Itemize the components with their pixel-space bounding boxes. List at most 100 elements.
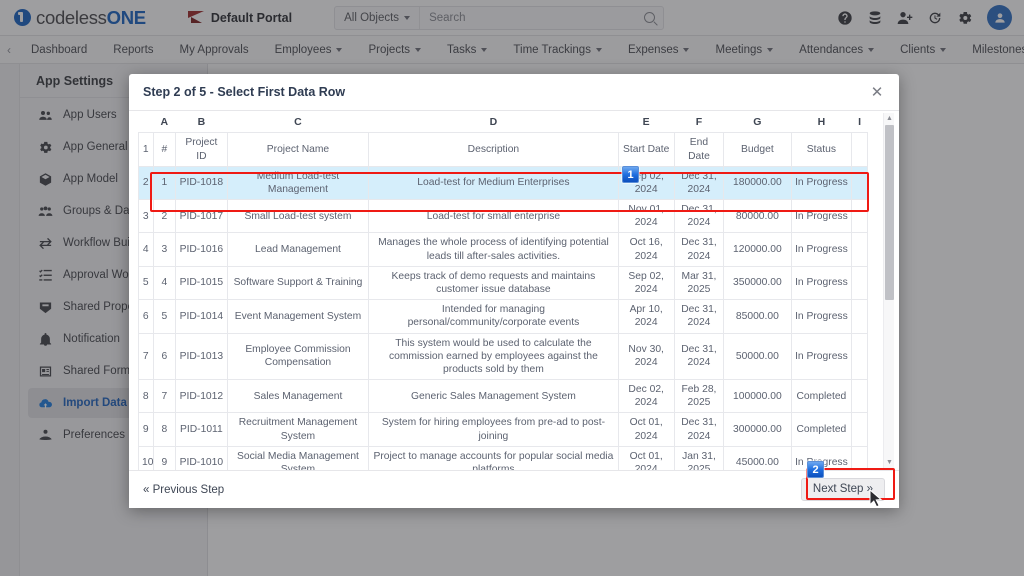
table-cell[interactable] <box>851 265 868 301</box>
table-cell[interactable] <box>851 232 868 267</box>
table-cell[interactable]: 4 <box>152 265 177 301</box>
table-cell[interactable]: 180000.00 <box>723 165 792 201</box>
table-cell[interactable]: Start Date <box>617 132 675 167</box>
table-header-row[interactable]: 1 # Project ID Project Name Description Start… <box>138 132 868 167</box>
column-header-d[interactable]: D <box>368 113 619 133</box>
table-cell[interactable]: Mar 31, 2025 <box>673 265 725 301</box>
table-cell[interactable]: Oct 01, 2024 <box>617 445 675 470</box>
table-cell[interactable]: 6 <box>152 332 177 381</box>
spreadsheet-grid[interactable]: A B C D E F G H I 1 # Project ID Project Name Descrip… <box>138 113 877 470</box>
table-cell[interactable]: 100000.00 <box>723 379 792 414</box>
table-row[interactable]: 5 4 PID-1015 Software Support & Training Kee… <box>138 265 868 301</box>
table-cell[interactable]: Oct 16, 2024 <box>617 232 675 267</box>
column-header-c[interactable]: C <box>227 113 369 133</box>
table-cell[interactable]: 85000.00 <box>723 299 792 334</box>
table-cell[interactable]: Nov 01, 2024 <box>617 199 675 234</box>
table-cell[interactable]: Description <box>368 132 619 167</box>
table-cell[interactable]: Nov 30, 2024 <box>617 332 675 381</box>
table-cell[interactable]: Sep 02, 2024 <box>617 265 675 301</box>
table-cell[interactable]: Small Load-test system <box>226 199 370 234</box>
table-row[interactable]: 9 8 PID-1011 Recruitment Management System S… <box>138 412 868 447</box>
table-cell[interactable] <box>851 132 868 167</box>
table-cell[interactable]: Recruitment Management System <box>226 412 370 447</box>
table-cell[interactable]: In Progress <box>790 332 853 381</box>
table-cell[interactable]: Employee Commission Compensation <box>226 332 370 381</box>
table-cell[interactable] <box>851 332 868 381</box>
table-cell[interactable]: In Progress <box>790 199 853 234</box>
column-header-a[interactable]: A <box>153 113 176 133</box>
table-cell[interactable]: Dec 31, 2024 <box>673 299 725 334</box>
table-cell[interactable]: Sales Management <box>226 379 370 414</box>
table-cell[interactable]: 1 <box>152 165 177 201</box>
table-cell[interactable]: Budget <box>723 132 792 167</box>
table-cell[interactable]: # <box>152 132 177 167</box>
table-cell[interactable]: Dec 02, 2024 <box>617 379 675 414</box>
column-header-b[interactable]: B <box>175 113 228 133</box>
table-cell[interactable]: Dec 31, 2024 <box>673 199 725 234</box>
scroll-down-icon[interactable]: ▼ <box>884 457 895 468</box>
table-cell[interactable]: Manages the whole process of identifying… <box>368 232 619 267</box>
table-cell[interactable]: Project to manage accounts for popular s… <box>368 445 619 470</box>
table-cell[interactable]: Completed <box>790 412 853 447</box>
row-number[interactable]: 5 <box>138 265 154 301</box>
table-cell[interactable]: Project ID <box>175 132 228 167</box>
table-cell[interactable]: Feb 28, 2025 <box>673 379 725 414</box>
table-row[interactable]: 3 2 PID-1017 Small Load-test system Load-tes… <box>138 199 868 234</box>
row-number[interactable]: 3 <box>138 199 154 234</box>
table-cell[interactable]: In Progress <box>790 299 853 334</box>
table-row[interactable]: 10 9 PID-1010 Social Media Management Syste… <box>138 445 868 470</box>
table-cell[interactable]: Status <box>790 132 853 167</box>
table-cell[interactable]: Completed <box>790 379 853 414</box>
table-cell[interactable]: Project Name <box>226 132 370 167</box>
row-number[interactable]: 10 <box>138 445 154 470</box>
table-cell[interactable]: Event Management System <box>226 299 370 334</box>
row-number[interactable]: 7 <box>138 332 154 381</box>
table-cell[interactable]: PID-1013 <box>175 332 228 381</box>
table-cell[interactable] <box>851 299 868 334</box>
column-header-e[interactable]: E <box>618 113 675 133</box>
column-header-g[interactable]: G <box>723 113 792 133</box>
table-cell[interactable]: Social Media Management System <box>226 445 370 470</box>
table-cell[interactable]: PID-1016 <box>175 232 228 267</box>
table-cell[interactable]: End Date <box>673 132 725 167</box>
table-cell[interactable]: Load-test for small enterprise <box>368 199 619 234</box>
table-cell[interactable]: 5 <box>152 299 177 334</box>
table-cell[interactable]: PID-1012 <box>175 379 228 414</box>
table-cell[interactable]: Software Support & Training <box>226 265 370 301</box>
table-cell[interactable]: Generic Sales Management System <box>368 379 619 414</box>
table-cell[interactable]: PID-1014 <box>175 299 228 334</box>
table-cell[interactable]: 2 <box>152 199 177 234</box>
table-cell[interactable]: Dec 31, 2024 <box>673 332 725 381</box>
row-number[interactable]: 4 <box>138 232 154 267</box>
table-row[interactable]: 8 7 PID-1012 Sales Management Generic Sales … <box>138 379 868 414</box>
table-cell[interactable]: Dec 31, 2024 <box>673 232 725 267</box>
table-cell[interactable]: Keeps track of demo requests and maintai… <box>368 265 619 301</box>
table-cell[interactable]: Oct 01, 2024 <box>617 412 675 447</box>
row-number[interactable]: 6 <box>138 299 154 334</box>
column-header-i[interactable]: I <box>851 113 868 133</box>
row-number[interactable]: 9 <box>138 412 154 447</box>
scroll-up-icon[interactable]: ▲ <box>884 113 895 124</box>
table-cell[interactable]: PID-1015 <box>175 265 228 301</box>
table-row[interactable]: 2 1 PID-1018 Medium Load-test Management Loa… <box>138 165 868 201</box>
table-cell[interactable]: Lead Management <box>226 232 370 267</box>
table-cell[interactable]: 350000.00 <box>723 265 792 301</box>
table-cell[interactable]: 80000.00 <box>723 199 792 234</box>
table-cell[interactable]: Load-test for Medium Enterprises <box>368 165 619 201</box>
table-row[interactable]: 7 6 PID-1013 Employee Commission Compensati… <box>138 332 868 381</box>
row-number[interactable]: 8 <box>138 379 154 414</box>
table-cell[interactable]: 7 <box>152 379 177 414</box>
table-cell[interactable]: 50000.00 <box>723 332 792 381</box>
table-cell[interactable]: Dec 31, 2024 <box>673 412 725 447</box>
table-cell[interactable]: In Progress <box>790 232 853 267</box>
table-cell[interactable] <box>851 412 868 447</box>
table-cell[interactable]: In Progress <box>790 165 853 201</box>
table-cell[interactable]: 3 <box>152 232 177 267</box>
row-number[interactable]: 2 <box>138 165 154 201</box>
table-cell[interactable]: 8 <box>152 412 177 447</box>
table-cell[interactable]: PID-1017 <box>175 199 228 234</box>
table-cell[interactable] <box>851 199 868 234</box>
table-cell[interactable]: 300000.00 <box>723 412 792 447</box>
scrollbar-thumb[interactable] <box>885 125 894 300</box>
table-cell[interactable]: 45000.00 <box>723 445 792 470</box>
